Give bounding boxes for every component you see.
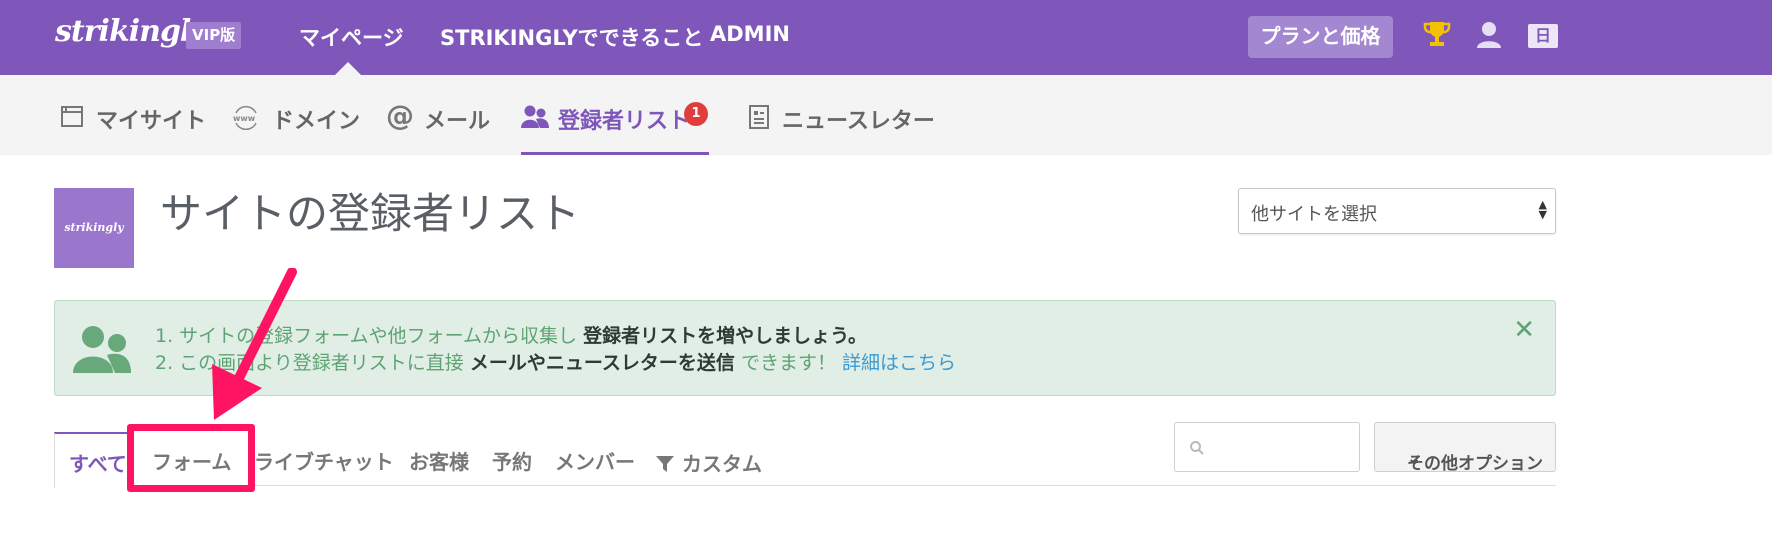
subnav-domain-label: ドメイン — [272, 109, 361, 134]
tab-reservations[interactable]: 予約 — [492, 446, 532, 475]
nav-admin[interactable]: ADMIN — [710, 22, 790, 46]
details-link[interactable]: 詳細はこちら — [842, 352, 956, 374]
info-line-2-bold: メールやニュースレターを送信 — [469, 352, 735, 374]
subnav-subscribers[interactable]: 登録者リスト 1 — [521, 101, 709, 155]
vip-badge: VIP版 — [186, 22, 242, 49]
svg-text:www: www — [233, 114, 256, 123]
info-line-1-bold: 登録者リストを増やしましょう。 — [583, 325, 867, 347]
user-icon[interactable] — [1476, 21, 1502, 49]
top-navbar: strikingly VIP版 マイページ STRIKINGLYでできること A… — [0, 0, 1772, 75]
tab-members[interactable]: メンバー — [555, 446, 635, 475]
filter-icon — [656, 456, 674, 472]
subnav-subscribers-label: 登録者リスト — [558, 109, 691, 134]
trophy-icon[interactable] — [1423, 20, 1451, 50]
pointer-arrow — [212, 268, 297, 420]
search-input[interactable] — [1174, 422, 1360, 472]
newsletter-icon — [749, 105, 769, 129]
tab-all[interactable]: すべて — [54, 432, 130, 488]
pricing-button[interactable]: プランと価格 — [1248, 16, 1393, 58]
subnav-mail-label: メール — [424, 109, 491, 134]
highlight-box — [127, 424, 255, 492]
tabs-divider — [54, 485, 1556, 486]
site-select-value: 他サイトを選択 — [1251, 204, 1377, 225]
nav-features[interactable]: STRIKINGLYでできること — [440, 22, 703, 52]
more-options-label: その他オプション — [1407, 454, 1543, 473]
users-icon — [521, 105, 549, 128]
tab-live-chat[interactable]: ライブチャット — [254, 446, 394, 475]
at-icon: @ — [386, 99, 414, 132]
language-switch[interactable]: 日 — [1528, 24, 1558, 48]
sub-navbar: マイサイト www ドメイン @ メール 登録者リスト 1 ニュースレター — [0, 75, 1772, 155]
nav-mypage[interactable]: マイページ — [299, 22, 404, 52]
users-icon — [73, 326, 131, 373]
search-icon — [1190, 441, 1204, 455]
subscribers-count-badge: 1 — [684, 102, 708, 126]
more-options-button[interactable]: その他オプション ⌄ — [1374, 422, 1556, 473]
active-nav-caret — [335, 62, 361, 75]
subnav-newsletter-label: ニュースレター — [782, 109, 935, 134]
strikingly-logo[interactable]: strikingly — [55, 14, 208, 49]
calendar-window-icon — [61, 106, 83, 127]
site-select-dropdown[interactable]: 他サイトを選択 ▲ ▼ — [1238, 188, 1556, 234]
tab-custom[interactable]: カスタム — [655, 448, 762, 477]
close-icon[interactable]: ✕ — [1513, 317, 1535, 343]
select-arrows-icon: ▲ ▼ — [1538, 198, 1547, 221]
tab-customers[interactable]: お客様 — [409, 446, 469, 475]
tab-custom-label: カスタム — [681, 452, 762, 476]
chevron-down-icon: ⌄ — [1407, 449, 1422, 468]
site-thumbnail: strikingly — [54, 188, 134, 268]
www-globe-icon: www — [233, 105, 257, 130]
tab-all-label: すべて — [69, 452, 127, 476]
info-line-2-post: できます！ — [740, 352, 836, 374]
subnav-mysite-label: マイサイト — [96, 109, 207, 134]
page-title: サイトの登録者リスト — [160, 189, 581, 238]
